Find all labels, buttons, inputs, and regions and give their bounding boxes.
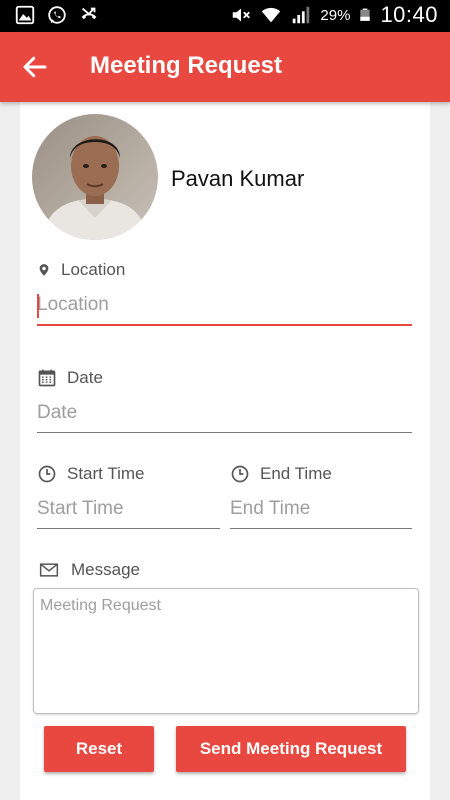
location-label-text: Location [61, 260, 126, 279]
end-time-input[interactable] [230, 494, 412, 524]
date-label-text: Date [67, 368, 103, 387]
whatsapp-icon [48, 6, 66, 24]
wifi-icon [262, 7, 281, 23]
date-field[interactable] [37, 398, 412, 433]
text-cursor [37, 294, 39, 318]
message-label: Message [37, 560, 140, 580]
clock-icon [38, 465, 56, 483]
clock-icon [231, 465, 249, 483]
location-label: Location [37, 260, 125, 280]
start-time-field[interactable] [37, 494, 220, 529]
status-bar: 29% 10:40 [0, 0, 450, 32]
location-input[interactable] [37, 290, 412, 320]
calendar-icon [38, 369, 56, 387]
system-icons: 29% 10:40 [230, 2, 438, 28]
send-meeting-request-button[interactable]: Send Meeting Request [176, 726, 406, 772]
signal-icon [293, 6, 310, 24]
message-box[interactable] [33, 588, 419, 714]
end-time-label: End Time [230, 464, 332, 484]
profile-name: Pavan Kumar [171, 166, 305, 191]
battery-icon [360, 8, 371, 21]
map-pin-icon [39, 264, 49, 276]
date-label: Date [37, 368, 103, 388]
missed-call-icon [81, 7, 97, 20]
mute-icon [233, 8, 251, 22]
avatar [32, 114, 158, 240]
start-time-input[interactable] [37, 494, 220, 524]
message-textarea[interactable] [34, 589, 418, 713]
notification-icons [14, 4, 100, 26]
end-time-field[interactable] [230, 494, 412, 529]
clock-time: 10:40 [380, 2, 438, 27]
gallery-icon [15, 5, 35, 25]
battery-percent: 29% [320, 6, 351, 24]
date-input[interactable] [37, 398, 412, 428]
start-time-label: Start Time [37, 464, 144, 484]
reset-button[interactable]: Reset [44, 726, 154, 772]
end-time-label-text: End Time [260, 464, 332, 483]
start-time-label-text: Start Time [67, 464, 145, 483]
page-title: Meeting Request [90, 52, 283, 79]
message-label-text: Message [71, 560, 140, 579]
location-field[interactable] [37, 290, 412, 326]
meeting-form-card: Pavan Kumar Location Date Start Time [20, 102, 430, 800]
arrow-left-icon[interactable] [20, 52, 50, 82]
envelope-icon [39, 563, 59, 577]
app-bar: Meeting Request [0, 32, 450, 102]
